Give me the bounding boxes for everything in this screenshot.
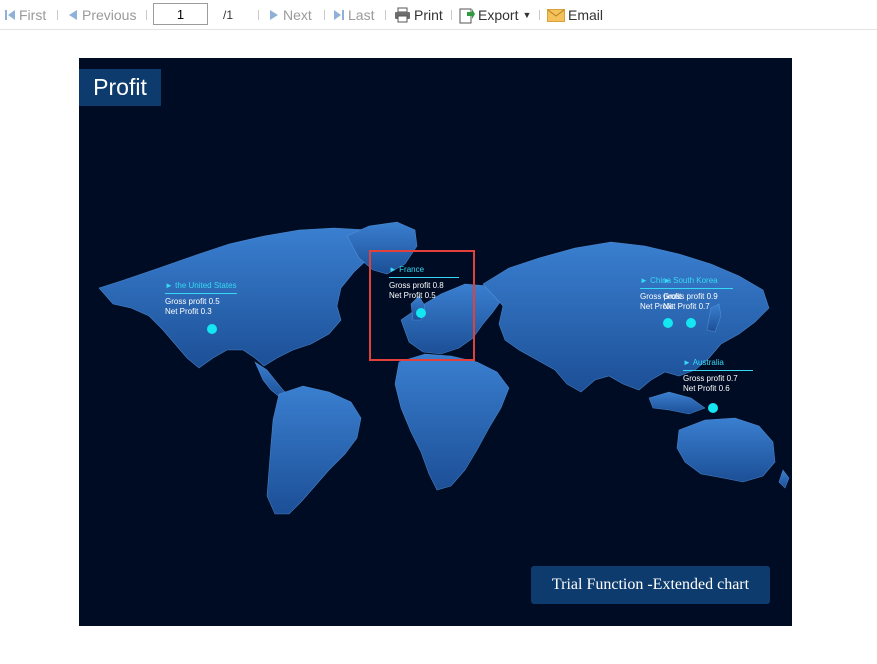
toolbar-divider xyxy=(451,10,452,20)
callout-gross-profit: Gross profit 0.5 xyxy=(165,297,220,306)
north-america-shape xyxy=(98,227,380,369)
callout-net-profit: Net Profit 0.6 xyxy=(683,384,730,393)
toolbar-divider xyxy=(324,10,325,20)
page-total-label: /1 xyxy=(223,8,234,22)
printer-icon xyxy=(395,7,410,23)
print-label: Print xyxy=(414,7,443,23)
map-marker-united-states[interactable] xyxy=(207,324,217,334)
page-number-input[interactable] xyxy=(153,3,208,25)
new-zealand-shape xyxy=(778,469,790,489)
callout-net-profit: Net Profit 0.7 xyxy=(663,302,710,311)
print-button[interactable]: Print xyxy=(394,0,443,30)
trial-function-badge[interactable]: Trial Function -Extended chart xyxy=(531,566,770,604)
previous-page-button[interactable]: Previous xyxy=(67,0,136,30)
africa-shape xyxy=(394,353,510,491)
last-page-button[interactable]: Last xyxy=(333,0,374,30)
previous-page-label: Previous xyxy=(82,7,137,23)
envelope-icon xyxy=(547,8,565,22)
next-page-icon xyxy=(270,10,278,20)
first-page-label: First xyxy=(19,7,47,23)
callout-south-korea: South Korea Gross profit 0.9 Net Profit … xyxy=(663,276,733,312)
map-marker-australia[interactable] xyxy=(708,403,718,413)
callout-country-name: the United States xyxy=(165,281,237,294)
last-page-label: Last xyxy=(348,7,375,23)
email-button[interactable]: Email xyxy=(547,0,603,30)
callout-net-profit: Net Profit 0.3 xyxy=(165,307,212,316)
callout-gross-profit: Gross profit 0.7 xyxy=(683,374,738,383)
report-title: Profit xyxy=(79,69,161,106)
selection-highlight-box xyxy=(369,250,475,361)
profit-map-report: Profit the United States Gross profit 0.… xyxy=(79,58,792,626)
first-page-icon xyxy=(5,10,15,20)
last-page-icon xyxy=(334,10,344,20)
export-label: Export xyxy=(478,7,519,23)
callout-australia: Australia Gross profit 0.7 Net Profit 0.… xyxy=(683,358,753,394)
callout-gross-profit: Gross profit 0.9 xyxy=(663,292,718,301)
southeast-asia-islands-shape xyxy=(648,391,706,415)
toolbar-divider xyxy=(146,10,147,20)
toolbar-divider xyxy=(258,10,259,20)
callout-united-states: the United States Gross profit 0.5 Net P… xyxy=(165,281,237,317)
australia-shape xyxy=(676,417,776,483)
previous-page-icon xyxy=(69,10,77,20)
callout-country-name: South Korea xyxy=(663,276,733,289)
export-icon xyxy=(459,8,475,23)
export-dropdown[interactable]: Export ▼ xyxy=(459,0,531,30)
next-page-label: Next xyxy=(283,7,312,23)
toolbar-divider xyxy=(57,10,58,20)
map-marker-south-korea[interactable] xyxy=(686,318,696,328)
email-label: Email xyxy=(568,7,604,23)
report-toolbar: First Previous /1 Next Last Print Export… xyxy=(0,0,877,30)
first-page-button[interactable]: First xyxy=(4,0,46,30)
map-marker-china[interactable] xyxy=(663,318,673,328)
chevron-down-icon: ▼ xyxy=(522,10,532,20)
page-total: /1 xyxy=(223,0,233,30)
next-page-button[interactable]: Next xyxy=(268,0,312,30)
callout-country-name: Australia xyxy=(683,358,753,371)
toolbar-divider xyxy=(539,10,540,20)
south-america-shape xyxy=(266,385,362,515)
toolbar-divider xyxy=(385,10,386,20)
